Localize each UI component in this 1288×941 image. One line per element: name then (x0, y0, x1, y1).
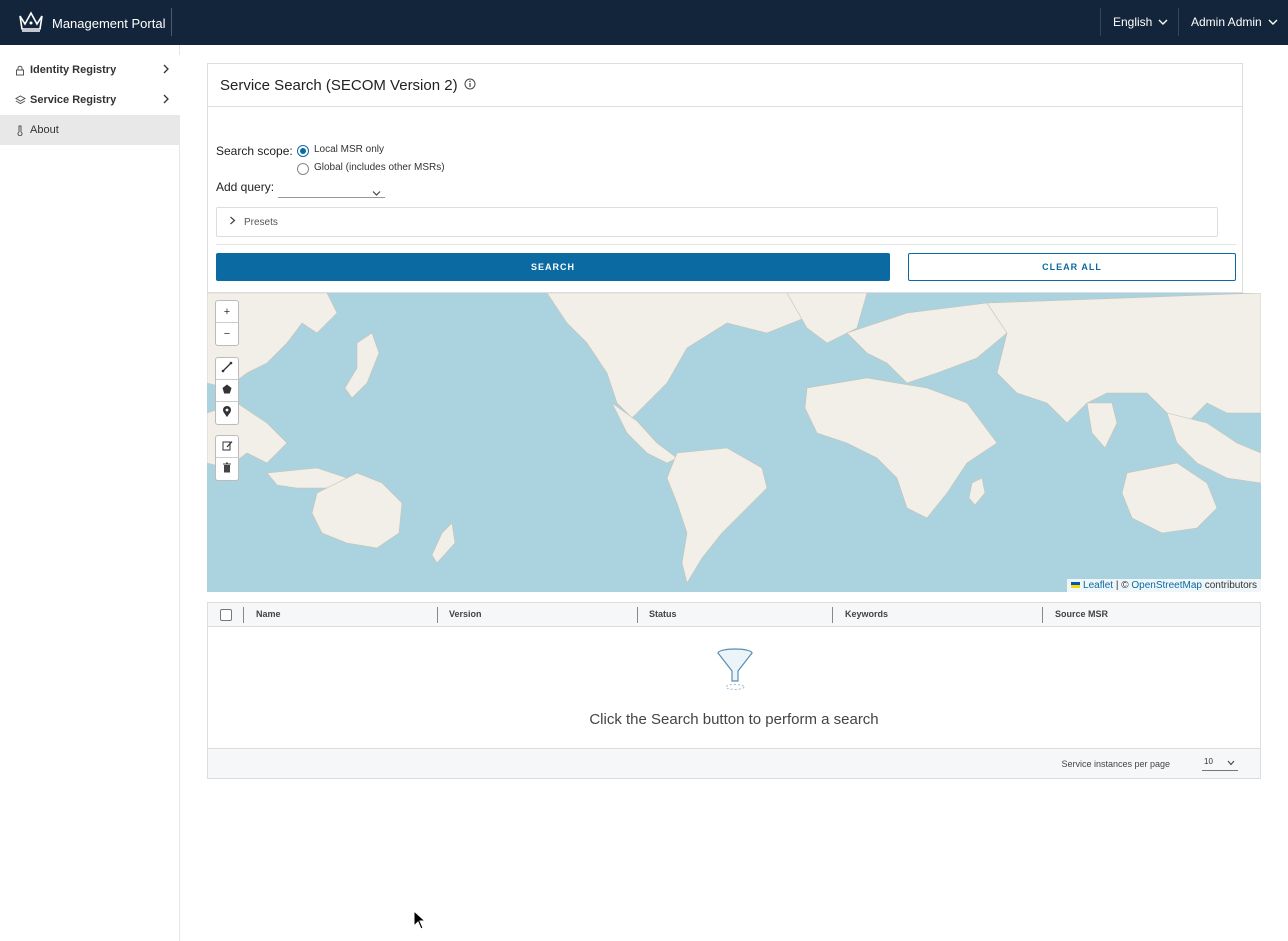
column-separator[interactable] (1042, 607, 1043, 623)
zoom-controls: + − (215, 300, 239, 346)
empty-state-message: Click the Search button to perform a sea… (589, 711, 879, 728)
column-separator[interactable] (637, 607, 638, 623)
search-button[interactable]: SEARCH (216, 253, 890, 281)
attribution-contributors: contributors (1204, 580, 1257, 591)
polygon-icon (221, 383, 233, 398)
sidebar: Identity Registry Service Registry About (0, 45, 180, 941)
header-separator (1100, 8, 1101, 36)
column-header-source-msr[interactable]: Source MSR (1055, 609, 1108, 619)
sidebar-item-label: About (30, 124, 59, 136)
draw-marker-button[interactable] (216, 402, 238, 424)
edit-icon (222, 440, 233, 454)
mouse-cursor-icon (413, 909, 427, 935)
language-dropdown[interactable]: English (1113, 15, 1168, 29)
user-dropdown[interactable]: Admin Admin (1191, 15, 1278, 29)
select-all-checkbox[interactable] (220, 609, 232, 621)
openstreetmap-link[interactable]: OpenStreetMap (1131, 580, 1202, 591)
scope-global-label[interactable]: Global (includes other MSRs) (314, 162, 445, 173)
filter-funnel-icon (716, 647, 754, 696)
sidebar-item-service-registry[interactable]: Service Registry (0, 85, 180, 115)
delete-layers-button[interactable] (216, 458, 238, 480)
panel-header: Service Search (SECOM Version 2) (208, 64, 1242, 107)
per-page-label: Service instances per page (1061, 759, 1170, 769)
chevron-right-icon (229, 216, 236, 228)
chevron-right-icon (162, 94, 170, 107)
search-scope-label: Search scope: (216, 144, 293, 158)
results-table: Name Version Status Keywords Source MSR … (207, 602, 1261, 779)
chevron-down-icon (372, 184, 381, 202)
crown-icon (18, 10, 44, 37)
presets-accordion[interactable]: Presets (216, 207, 1218, 237)
draw-toolbar (215, 357, 239, 425)
column-header-version[interactable]: Version (449, 609, 482, 619)
chevron-down-icon (1158, 15, 1168, 29)
map[interactable]: + − Leaflet | © OpenStreetMap contributo… (207, 293, 1261, 592)
presets-label: Presets (244, 216, 278, 228)
header-divider (171, 8, 172, 36)
attribution-separator: | © (1115, 580, 1129, 591)
draw-polygon-button[interactable] (216, 380, 238, 402)
sidebar-item-about[interactable]: About (0, 115, 180, 145)
page-title: Service Search (SECOM Version 2) (220, 76, 458, 94)
sidebar-item-label: Identity Registry (30, 64, 117, 76)
clear-all-button[interactable]: CLEAR ALL (908, 253, 1236, 281)
top-navbar: Management Portal English Admin Admin (0, 0, 1288, 45)
map-attribution: Leaflet | © OpenStreetMap contributors (1067, 579, 1261, 592)
table-footer: Service instances per page 10 (208, 748, 1260, 778)
edit-toolbar (215, 435, 239, 481)
trash-icon (222, 462, 232, 476)
lock-icon (14, 65, 26, 76)
chevron-down-icon (1227, 759, 1235, 768)
scope-local-radio[interactable] (297, 145, 309, 157)
column-header-name[interactable]: Name (256, 609, 281, 619)
edit-layers-button[interactable] (216, 436, 238, 458)
draw-polyline-button[interactable] (216, 358, 238, 380)
column-separator (243, 607, 244, 623)
polyline-icon (221, 361, 233, 376)
scope-global-radio[interactable] (297, 163, 309, 175)
table-header: Name Version Status Keywords Source MSR (208, 603, 1260, 627)
map-pin-icon (222, 405, 232, 421)
user-name: Admin Admin (1191, 15, 1262, 29)
column-header-status[interactable]: Status (649, 609, 677, 619)
column-separator[interactable] (437, 607, 438, 623)
chevron-down-icon (1268, 15, 1278, 29)
per-page-value: 10 (1204, 757, 1213, 766)
zoom-out-button[interactable]: − (216, 323, 238, 345)
scope-local-label[interactable]: Local MSR only (314, 144, 384, 155)
world-map-tiles (207, 293, 1261, 584)
per-page-select[interactable]: 10 (1202, 757, 1238, 771)
add-query-label: Add query: (216, 180, 275, 194)
info-icon[interactable] (464, 77, 476, 94)
thermometer-icon (14, 125, 26, 136)
column-separator[interactable] (832, 607, 833, 623)
zoom-in-button[interactable]: + (216, 301, 238, 323)
column-header-keywords[interactable]: Keywords (845, 609, 888, 619)
brand[interactable]: Management Portal (18, 10, 165, 37)
header-separator (1178, 8, 1179, 36)
search-panel: Service Search (SECOM Version 2) Search … (207, 63, 1243, 293)
sidebar-item-label: Service Registry (30, 94, 117, 106)
sidebar-item-identity-registry[interactable]: Identity Registry (0, 55, 180, 85)
leaflet-link[interactable]: Leaflet (1083, 580, 1113, 591)
chevron-right-icon (162, 64, 170, 77)
divider (216, 244, 1236, 245)
layers-icon (14, 95, 26, 105)
language-label: English (1113, 15, 1153, 29)
ukraine-flag-icon (1071, 582, 1081, 589)
app-title: Management Portal (52, 16, 166, 31)
add-query-select[interactable] (278, 182, 385, 198)
